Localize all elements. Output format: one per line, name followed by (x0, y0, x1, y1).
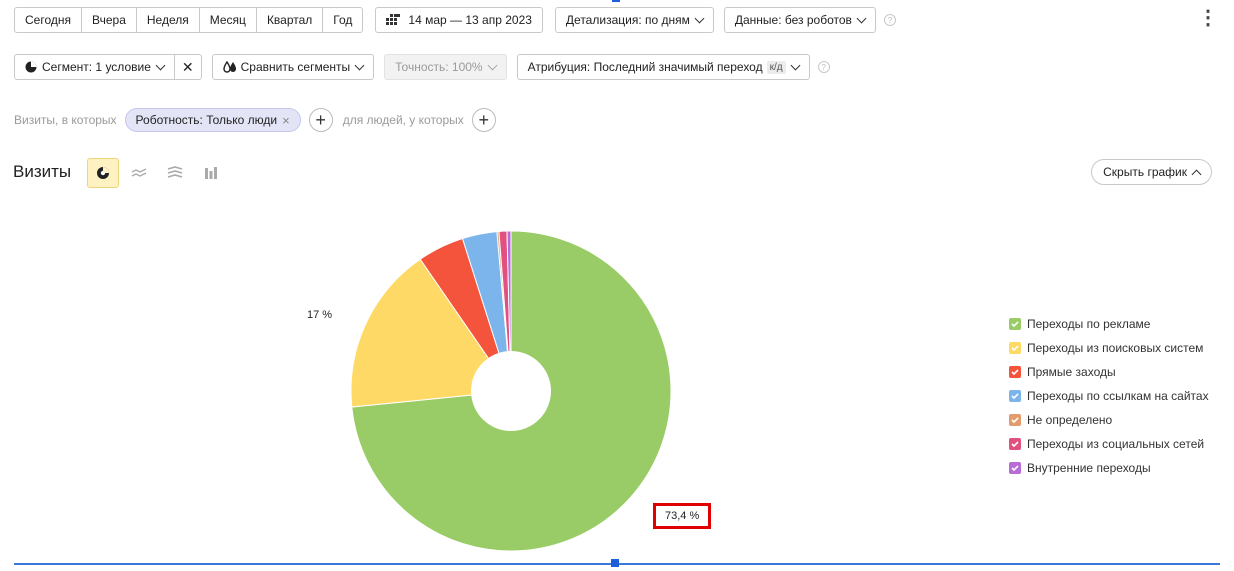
pie-slice[interactable] (351, 230, 672, 552)
checkbox-icon[interactable] (1009, 342, 1021, 354)
chip-label: Роботность: Только люди (135, 113, 278, 127)
people-filter-label: для людей, у которых (342, 113, 464, 127)
period-week-button[interactable]: Неделя (135, 7, 200, 33)
visits-filter-label: Визиты, в которых (14, 113, 117, 127)
compare-segments-dropdown[interactable]: Сравнить сегменты (211, 54, 375, 80)
line-chart-view-button[interactable] (123, 158, 155, 188)
chevron-down-icon (487, 60, 498, 70)
checkbox-icon[interactable] (1009, 366, 1021, 378)
pie-slice[interactable] (498, 230, 512, 392)
chevron-down-icon (790, 60, 801, 70)
accuracy-dropdown[interactable]: Точность: 100% (384, 54, 507, 80)
attribution-badge: к/д (766, 60, 786, 74)
checkbox-icon[interactable] (1009, 318, 1021, 330)
segment-pie-icon (25, 61, 37, 73)
chevron-down-icon (856, 13, 867, 23)
chevron-up-icon (1191, 169, 1202, 179)
legend-label: Переходы по ссылкам на сайтах (1027, 389, 1209, 403)
calendar-icon (386, 14, 401, 26)
period-year-button[interactable]: Год (322, 7, 364, 33)
visits-pie-chart (350, 230, 672, 552)
column-chart-icon (204, 166, 218, 180)
checkbox-icon[interactable] (1009, 438, 1021, 450)
legend-label: Переходы из поисковых систем (1027, 341, 1204, 355)
checkbox-icon[interactable] (1009, 414, 1021, 426)
segment-dropdown[interactable]: Сегмент: 1 условие (14, 54, 175, 80)
data-filter-dropdown[interactable]: Данные: без роботов (723, 7, 876, 33)
data-filter-label: Данные: без роботов (734, 13, 852, 27)
accuracy-label: Точность: 100% (395, 60, 483, 74)
pie-slice[interactable] (506, 230, 512, 392)
segment-label: Сегмент: 1 условие (42, 60, 151, 74)
donut-hole (471, 351, 551, 431)
close-icon: ✕ (181, 58, 194, 75)
legend-label: Переходы из социальных сетей (1027, 437, 1205, 451)
legend-label: Прямые заходы (1027, 365, 1116, 379)
legend-item[interactable]: Переходы из поисковых систем (1009, 336, 1209, 360)
column-chart-view-button[interactable] (195, 158, 227, 188)
pie-slice[interactable] (461, 231, 512, 392)
pie-chart-icon (96, 166, 110, 180)
chart-legend: Переходы по рекламе Переходы из поисковых… (1009, 312, 1209, 480)
period-today-button[interactable]: Сегодня (14, 7, 82, 33)
pie-slice[interactable] (496, 230, 512, 392)
chart-type-switcher (87, 158, 231, 188)
detail-dropdown[interactable]: Детализация: по дням (554, 7, 714, 33)
period-toolbar: Сегодня Вчера Неделя Месяц Квартал Год 1… (14, 7, 896, 33)
legend-label: Не определено (1027, 413, 1113, 427)
help-icon[interactable]: ? (817, 61, 830, 73)
legend-item[interactable]: Переходы из социальных сетей (1009, 432, 1209, 456)
legend-item[interactable]: Не определено (1009, 408, 1209, 432)
attribution-label: Атрибуция: Последний значимый переход (527, 60, 763, 74)
legend-item[interactable]: Внутренние переходы (1009, 456, 1209, 480)
compare-segments-label: Сравнить сегменты (240, 60, 351, 74)
legend-item[interactable]: Прямые заходы (1009, 360, 1209, 384)
period-buttons: Сегодня Вчера Неделя Месяц Квартал Год (14, 7, 364, 33)
chip-close-icon[interactable]: × (282, 113, 290, 128)
scroll-indicator (612, 0, 620, 2)
period-quarter-button[interactable]: Квартал (255, 7, 324, 33)
detail-label: Детализация: по дням (565, 13, 690, 27)
hide-chart-button[interactable]: Скрыть график (1091, 159, 1212, 185)
legend-label: Внутренние переходы (1027, 461, 1151, 475)
robot-filter-chip[interactable]: Роботность: Только люди × (124, 108, 301, 132)
segment-group: Сегмент: 1 условие ✕ (14, 54, 202, 80)
pie-chart-view-button[interactable] (87, 158, 119, 188)
pie-slice[interactable] (419, 237, 512, 392)
slice-data-label: 73,4 % (653, 503, 712, 529)
legend-label: Переходы по рекламе (1027, 317, 1151, 331)
date-range-label: 14 мар — 13 апр 2023 (408, 13, 532, 27)
chart-title: Визиты (13, 162, 72, 181)
slice-data-label: 17 % (307, 309, 333, 321)
help-icon[interactable]: ? (883, 14, 896, 26)
checkbox-icon[interactable] (1009, 462, 1021, 474)
add-people-condition-button[interactable]: + (471, 108, 496, 132)
drops-icon (222, 61, 237, 73)
chevron-down-icon (694, 13, 705, 23)
hide-chart-label: Скрыть график (1103, 165, 1187, 179)
legend-item[interactable]: Переходы по рекламе (1009, 312, 1209, 336)
timeline-handle[interactable] (611, 559, 619, 567)
filter-bar: Визиты, в которых Роботность: Только люд… (14, 108, 496, 132)
chevron-down-icon (354, 60, 365, 70)
segment-toolbar: Сегмент: 1 условие ✕ Сравнить сегменты Т… (14, 54, 830, 80)
stacked-area-icon (167, 166, 183, 180)
line-chart-icon (131, 168, 147, 178)
date-range-button[interactable]: 14 мар — 13 апр 2023 (375, 7, 543, 33)
stacked-area-view-button[interactable] (159, 158, 191, 188)
period-month-button[interactable]: Месяц (198, 7, 257, 33)
checkbox-icon[interactable] (1009, 390, 1021, 402)
legend-item[interactable]: Переходы по ссылкам на сайтах (1009, 384, 1209, 408)
pie-slice[interactable] (350, 258, 512, 408)
add-visit-condition-button[interactable]: + (308, 108, 333, 132)
attribution-dropdown[interactable]: Атрибуция: Последний значимый переход к/… (516, 54, 810, 80)
clear-segment-button[interactable]: ✕ (173, 54, 202, 80)
more-menu-icon[interactable]: ⋮ (1198, 5, 1218, 30)
period-yesterday-button[interactable]: Вчера (81, 7, 137, 33)
chevron-down-icon (155, 60, 166, 70)
